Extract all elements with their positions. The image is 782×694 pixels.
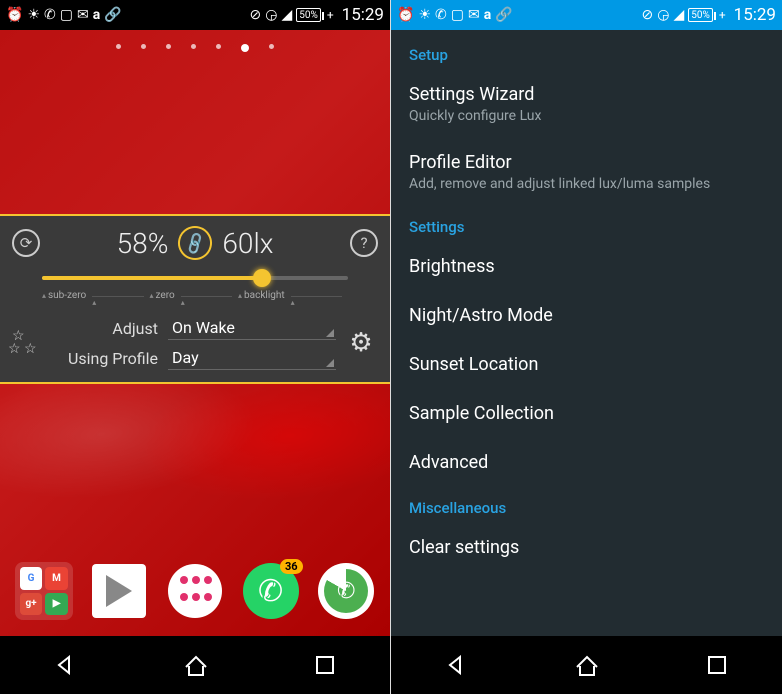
play-store-icon[interactable] [89, 561, 149, 621]
clock: 15:29 [342, 5, 384, 25]
signal-icon: ◢ [673, 8, 684, 22]
stars-icon[interactable]: ☆☆ ☆ [12, 330, 40, 355]
setting-sample-collection[interactable]: Sample Collection [391, 389, 782, 438]
battery-pct: 50% [299, 10, 318, 21]
brightness-icon: ☀ [27, 8, 40, 22]
alarm-icon: ⏰ [6, 8, 23, 22]
setting-settings-wizard[interactable]: Settings Wizard Quickly configure Lux [391, 70, 782, 138]
signal-icon: ◢ [281, 8, 292, 22]
amazon-icon: a [93, 8, 101, 22]
phone-right-settings: ⏰ ☀ ✆ ▢ ✉ a 🔗 ⊘ ◶ ◢ 50% + 15:29 Setup Se… [391, 0, 782, 694]
phone-left-home: ⏰ ☀ ✆ ▢ ✉ a 🔗 ⊘ ◶ ◢ 50% + 15:29 [0, 0, 391, 694]
dock: G M g+ ▶ ✆ 36 ✆ [0, 546, 390, 636]
home-wallpaper[interactable]: ⟳ 58% 🔗 60lx ? sub-zero zero backlight [0, 30, 390, 636]
battery-charging-icon: + [719, 8, 726, 22]
dialer-icon[interactable]: ✆ [316, 561, 376, 621]
section-header-setup: Setup [391, 34, 782, 70]
no-sim-icon: ⊘ [642, 8, 654, 22]
settings-list[interactable]: Setup Settings Wizard Quickly configure … [391, 30, 782, 636]
whatsapp-notif-icon: ✆ [435, 8, 447, 22]
slider-thumb[interactable] [253, 269, 271, 287]
profile-label: Using Profile [48, 349, 158, 368]
setting-advanced[interactable]: Advanced [391, 438, 782, 487]
adjust-dropdown[interactable]: On Wake [168, 316, 336, 340]
battery-pct: 50% [691, 10, 710, 21]
app-drawer-button[interactable] [165, 561, 225, 621]
profile-dropdown[interactable]: Day [168, 346, 336, 370]
setting-profile-editor[interactable]: Profile Editor Add, remove and adjust li… [391, 138, 782, 206]
battery-charging-icon: + [327, 8, 334, 22]
clock: 15:29 [734, 5, 776, 25]
link-icon: 🔗 [104, 8, 121, 22]
link-toggle-icon[interactable]: 🔗 [172, 220, 218, 266]
mail-icon: ✉ [468, 8, 480, 22]
wifi-icon: ◶ [657, 8, 669, 22]
whatsapp-icon[interactable]: ✆ 36 [241, 561, 301, 621]
google-folder[interactable]: G M g+ ▶ [14, 561, 74, 621]
nav-home-button[interactable] [573, 652, 599, 678]
battery-indicator: 50% [296, 8, 321, 22]
screenshot-icon: ▢ [60, 8, 73, 22]
brightness-icon: ☀ [418, 8, 431, 22]
link-icon: 🔗 [495, 8, 512, 22]
section-header-settings: Settings [391, 206, 782, 242]
mail-icon: ✉ [77, 8, 89, 22]
refresh-icon[interactable]: ⟳ [12, 229, 40, 257]
wifi-icon: ◶ [265, 8, 277, 22]
alarm-icon: ⏰ [397, 8, 414, 22]
nav-recent-button[interactable] [704, 652, 730, 678]
screenshot-icon: ▢ [451, 8, 464, 22]
nav-home-button[interactable] [182, 652, 208, 678]
amazon-icon: a [484, 8, 492, 22]
status-bar: ⏰ ☀ ✆ ▢ ✉ a 🔗 ⊘ ◶ ◢ 50% + 15:29 [391, 0, 782, 30]
whatsapp-notif-icon: ✆ [44, 8, 56, 22]
setting-night-astro[interactable]: Night/Astro Mode [391, 291, 782, 340]
section-header-misc: Miscellaneous [391, 487, 782, 523]
page-indicator[interactable] [0, 44, 390, 52]
nav-back-button[interactable] [52, 652, 78, 678]
nav-bar [0, 636, 390, 694]
adjust-label: Adjust [48, 319, 158, 338]
battery-indicator: 50% [688, 8, 713, 22]
help-icon[interactable]: ? [350, 229, 378, 257]
status-bar: ⏰ ☀ ✆ ▢ ✉ a 🔗 ⊘ ◶ ◢ 50% + 15:29 [0, 0, 390, 30]
gear-icon[interactable]: ⚙ [344, 326, 378, 360]
brightness-slider[interactable] [42, 268, 348, 288]
setting-sunset-location[interactable]: Sunset Location [391, 340, 782, 389]
setting-brightness[interactable]: Brightness [391, 242, 782, 291]
nav-bar [391, 636, 782, 694]
no-sim-icon: ⊘ [250, 8, 262, 22]
slider-tick-labels: sub-zero zero backlight [42, 290, 348, 308]
lux-value: 60lx [222, 227, 273, 260]
nav-recent-button[interactable] [312, 652, 338, 678]
setting-clear-settings[interactable]: Clear settings [391, 523, 782, 572]
nav-back-button[interactable] [443, 652, 469, 678]
brightness-percent: 58% [117, 227, 169, 260]
whatsapp-badge: 36 [280, 559, 303, 574]
lux-widget: ⟳ 58% 🔗 60lx ? sub-zero zero backlight [0, 214, 390, 384]
